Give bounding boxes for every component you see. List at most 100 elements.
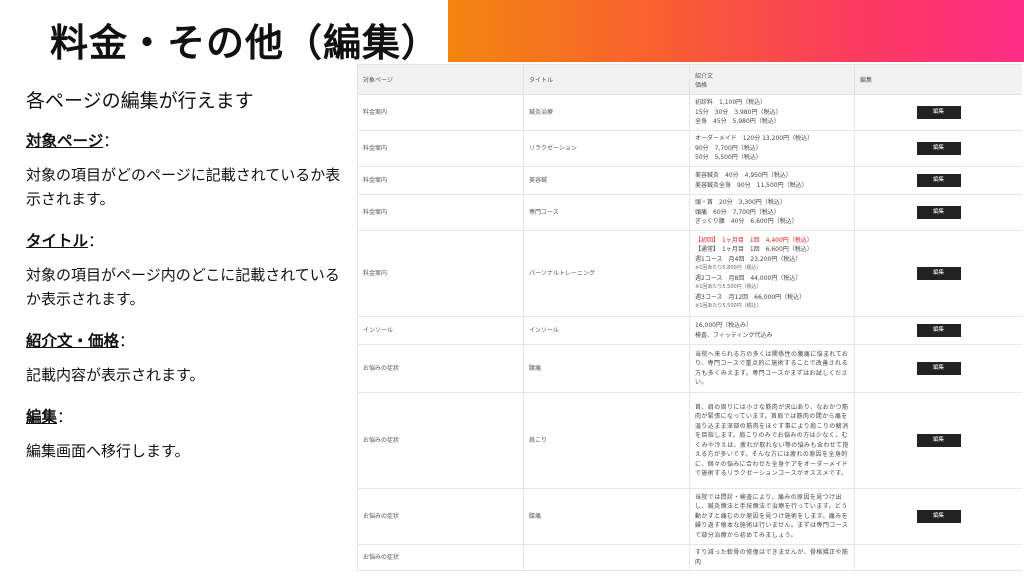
edit-button[interactable]: 編集	[916, 106, 961, 119]
header-target-page: 対象ページ	[357, 64, 524, 95]
intro-paragraph: 当院では問診・検査により、痛みの原因を見つけ出し、鍼灸療法と手技療法で治療を行っ…	[695, 493, 849, 539]
cell-target-page: お悩みの症状	[357, 488, 524, 545]
price-line: 全身 45分 5,980円（税込）	[695, 118, 780, 126]
section-label-intro-price: 紹介文・価格：	[26, 332, 135, 350]
cell-title: 鍼灸治療	[523, 94, 690, 131]
header-gradient-band	[448, 0, 1024, 62]
price-line: 16,000円（税込み）	[695, 322, 752, 329]
table-row: 料金案内 鍼灸治療 初診料 1,100円（税込） 15分 30分 3,980円（税込）…	[357, 94, 1022, 131]
cell-title: 膝痛	[523, 488, 690, 545]
cell-target-page: 料金案内	[357, 130, 524, 167]
table-header-row: 対象ページ タイトル 紹介文 価格 編集	[357, 64, 1022, 95]
cell-title: 腰痛	[523, 344, 690, 393]
price-line: 頭・首 20分 3,300円（税込）	[695, 199, 786, 207]
cell-edit: 編集	[854, 194, 1022, 231]
cell-intro-price: 当院へ来られる方の多くは関係性の腰痛に悩まれており、専門コースで重点的に施術する…	[689, 344, 855, 393]
cell-intro-price: すり減った軟骨の修復はできませんが、骨格矯正や筋肉	[689, 544, 855, 571]
cell-target-page: 料金案内	[357, 230, 524, 317]
section-desc-title: 対象の項目がページ内のどこに記載されているか表示されます。	[26, 266, 340, 308]
section-label-target-page: 対象ページ：	[26, 132, 119, 150]
header-edit: 編集	[854, 64, 1022, 95]
cell-title: 肩こり	[523, 392, 690, 489]
cell-intro-price: 首、肩の周りには小さな筋肉が沢山あり、なおかつ筋肉が緊張になっています。首肩では…	[689, 392, 855, 489]
cell-target-page: インソール	[357, 316, 524, 345]
cell-title: 美容鍼	[523, 166, 690, 195]
section-label-title: タイトル：	[26, 232, 104, 250]
table-row: 料金案内 美容鍼 美容鍼灸 40分 4,950円（税込） 美容鍼灸全身 90分 11,…	[357, 166, 1022, 195]
intro-paragraph: 当院へ来られる方の多くは関係性の腰痛に悩まれており、専門コースで重点的に施術する…	[695, 350, 849, 387]
cell-edit: 編集	[854, 392, 1022, 489]
cell-edit: 編集	[854, 316, 1022, 345]
table-row: お悩みの症状 肩こり 首、肩の周りには小さな筋肉が沢山あり、なおかつ筋肉が緊張になっ…	[357, 392, 1022, 489]
page-title: 料金・その他（編集）	[50, 21, 441, 65]
price-line: 検査、フィッティング代込み	[695, 331, 773, 339]
price-line: 週2コース 月8回 44,000円（税込）	[695, 274, 802, 282]
price-line: ※1回あたり5,500円（税込）	[695, 303, 762, 309]
edit-button[interactable]: 編集	[916, 206, 961, 219]
price-line: 15分 30分 3,980円（税込）	[695, 108, 782, 116]
cell-title	[523, 544, 690, 571]
cell-title: パーソナルトレーニング	[523, 230, 690, 317]
cell-target-page: お悩みの症状	[357, 344, 524, 393]
price-table-container: 対象ページ タイトル 紹介文 価格 編集 料金案内 鍼灸治療 初診料 1,100円（税…	[357, 64, 1022, 576]
price-line: 美容鍼灸 40分 4,950円（税込）	[695, 172, 792, 179]
price-line: 50分 5,500円（税込）	[695, 154, 762, 162]
cell-intro-price: 初診料 1,100円（税込） 15分 30分 3,980円（税込） 全身 45分 5…	[689, 94, 855, 131]
section-desc-target-page: 対象の項目がどのページに記載されているか表示されます。	[26, 166, 341, 208]
cell-edit	[854, 544, 1022, 571]
cell-edit: 編集	[854, 488, 1022, 545]
cell-title: インソール	[523, 316, 690, 345]
section-desc-edit: 編集画面へ移行します。	[26, 442, 190, 460]
table-row: インソール インソール 16,000円（税込み） 検査、フィッティング代込み 編集	[357, 316, 1022, 345]
price-table: 対象ページ タイトル 紹介文 価格 編集 料金案内 鍼灸治療 初診料 1,100円（税…	[357, 64, 1022, 571]
table-row: 料金案内 パーソナルトレーニング 【初回】 1ヶ月目 1回 4,400円（税込） 【通…	[357, 230, 1022, 317]
cell-intro-price: 【初回】 1ヶ月目 1回 4,400円（税込） 【通常】 1ヶ月目 1回 6,60…	[689, 230, 855, 317]
price-line: 初診料 1,100円（税込）	[695, 99, 767, 107]
cell-intro-price: 頭・首 20分 3,300円（税込） 頭痛 60分 7,700円（税込） ぎっくり腰…	[689, 194, 855, 231]
price-line: 90分 7,700円（税込）	[695, 144, 762, 152]
cell-title: リラクゼーション	[523, 130, 690, 167]
header-intro-price: 紹介文 価格	[689, 64, 855, 95]
price-line: ※1回あたり5,800円（税込）	[695, 265, 762, 271]
cell-edit: 編集	[854, 230, 1022, 317]
description-panel: 各ページの編集が行えます 対象ページ： 対象の項目がどのページに記載されているか…	[26, 86, 346, 481]
price-line: 週1コース 月4回 23,200円（税込）	[695, 255, 802, 263]
table-row: お悩みの症状 すり減った軟骨の修復はできませんが、骨格矯正や筋肉	[357, 544, 1022, 571]
edit-button[interactable]: 編集	[916, 434, 961, 447]
table-row: お悩みの症状 腰痛 当院へ来られる方の多くは関係性の腰痛に悩まれており、専門コースで…	[357, 344, 1022, 393]
edit-button[interactable]: 編集	[916, 324, 961, 337]
cell-intro-price: 16,000円（税込み） 検査、フィッティング代込み	[689, 316, 855, 345]
cell-target-page: 料金案内	[357, 94, 524, 131]
cell-edit: 編集	[854, 130, 1022, 167]
price-line: 【通常】 1ヶ月目 1回 6,600円（税込）	[695, 246, 813, 253]
cell-title: 専門コース	[523, 194, 690, 231]
header-title: タイトル	[523, 64, 690, 95]
cell-target-page: お悩みの症状	[357, 392, 524, 489]
price-line: ぎっくり腰 40分 6,600円（税込）	[695, 218, 798, 226]
cell-target-page: 料金案内	[357, 166, 524, 195]
cell-intro-price: オーダーメイド 120分 13,200円（税込） 90分 7,700円（税込） 50…	[689, 130, 855, 167]
price-line: 週3コース 月12回 66,000円（税込）	[695, 293, 806, 301]
table-row: 料金案内 専門コース 頭・首 20分 3,300円（税込） 頭痛 60分 7,700円…	[357, 194, 1022, 231]
intro-text: 各ページの編集が行えます	[26, 90, 254, 112]
cell-edit: 編集	[854, 344, 1022, 393]
price-line: オーダーメイド 120分 13,200円（税込）	[695, 135, 814, 143]
cell-edit: 編集	[854, 166, 1022, 195]
price-line-highlight: 【初回】 1ヶ月目 1回 4,400円（税込）	[695, 236, 813, 244]
cell-target-page: 料金案内	[357, 194, 524, 231]
price-line: ※1回あたり5,500円（税込）	[695, 284, 762, 290]
section-desc-intro-price: 記載内容が表示されます。	[26, 366, 205, 384]
edit-button[interactable]: 編集	[916, 142, 961, 155]
price-line: 美容鍼灸全身 90分 11,500円（税込）	[695, 181, 808, 189]
edit-button[interactable]: 編集	[916, 174, 961, 187]
edit-button[interactable]: 編集	[916, 267, 961, 280]
edit-button[interactable]: 編集	[916, 510, 961, 523]
edit-button[interactable]: 編集	[916, 362, 961, 375]
price-line: 頭痛 60分 7,700円（税込）	[695, 208, 780, 216]
cell-edit: 編集	[854, 94, 1022, 131]
section-label-edit: 編集：	[26, 408, 73, 426]
cell-intro-price: 美容鍼灸 40分 4,950円（税込） 美容鍼灸全身 90分 11,500円（税込…	[689, 166, 855, 195]
cell-intro-price: 当院では問診・検査により、痛みの原因を見つけ出し、鍼灸療法と手技療法で治療を行っ…	[689, 488, 855, 545]
intro-paragraph: 首、肩の周りには小さな筋肉が沢山あり、なおかつ筋肉が緊張になっています。首肩では…	[695, 403, 849, 478]
table-row: 料金案内 リラクゼーション オーダーメイド 120分 13,200円（税込） 90分 …	[357, 130, 1022, 167]
